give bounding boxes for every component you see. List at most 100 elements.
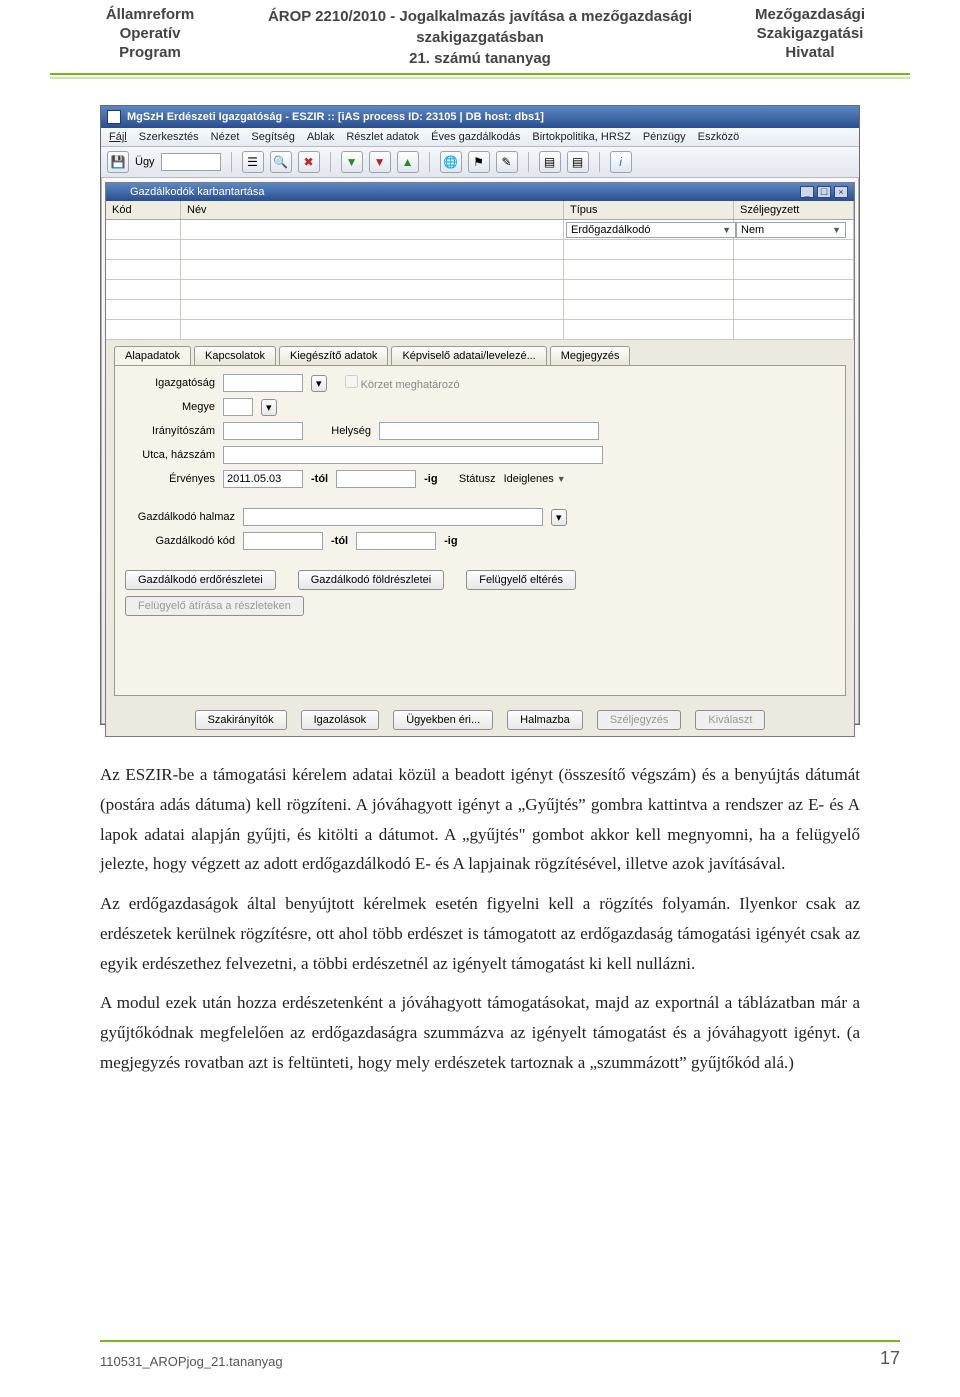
lbl-ervenyes: Érvényes [125, 473, 215, 485]
szeljegyzes-button[interactable]: Széljegyzés [597, 710, 682, 730]
toolbar-tool-icon[interactable]: ✎ [496, 151, 518, 173]
page-footer: 110531_AROPjog_21.tananyag 17 [100, 1340, 900, 1369]
app-icon [107, 110, 121, 124]
grid-row[interactable] [106, 240, 854, 260]
header-left: Államreform Operatív Program [60, 6, 240, 62]
bottom-toolbar: Szakirányítók Igazolások Ügyekben éri...… [106, 704, 854, 736]
header-rules [50, 73, 910, 79]
grid-szj-select[interactable]: Nem ▼ [736, 222, 846, 238]
header-left-line3: Program [60, 44, 240, 63]
input-gkod-tol[interactable] [243, 532, 323, 550]
footer-page: 17 [880, 1348, 900, 1369]
lbl-helyseg: Helység [311, 425, 371, 437]
grid-row[interactable] [106, 320, 854, 340]
lbl-ig: -ig [424, 473, 437, 485]
toolbar-down-green-icon[interactable]: ▼ [341, 151, 363, 173]
browse-halmaz-button[interactable]: ▾ [551, 509, 567, 526]
menu-eves[interactable]: Éves gazdálkodás [431, 131, 520, 143]
subwindow: Gazdálkodók karbantartása _ ☐ × Kód Név … [105, 182, 855, 737]
szakiranyitok-button[interactable]: Szakirányítók [195, 710, 287, 730]
toolbar-delete-icon[interactable]: ✖ [298, 151, 320, 173]
subwindow-title: Gazdálkodók karbantartása [130, 186, 265, 198]
input-irsz[interactable] [223, 422, 303, 440]
input-megye[interactable] [223, 398, 253, 416]
grid-row[interactable] [106, 260, 854, 280]
chevron-down-icon: ▼ [722, 225, 731, 235]
input-date-ig[interactable] [336, 470, 416, 488]
input-halmaz[interactable] [243, 508, 543, 526]
menu-eszkoz[interactable]: Eszközö [698, 131, 740, 143]
tab-alapadatok[interactable]: Alapadatok [114, 346, 191, 365]
toolbar-info-icon[interactable]: i [610, 151, 632, 173]
grid-row[interactable] [106, 280, 854, 300]
browse-igazg-button[interactable]: ▾ [311, 375, 327, 392]
lbl-utca: Utca, házszám [125, 449, 215, 461]
grid-row[interactable]: Erdőgazdálkodó ▼ Nem ▼ [106, 220, 854, 240]
grid-head-kod[interactable]: Kód [106, 201, 181, 219]
input-utca[interactable] [223, 446, 603, 464]
tab-kapcsolatok[interactable]: Kapcsolatok [194, 346, 276, 365]
halmazba-button[interactable]: Halmazba [507, 710, 583, 730]
menu-penzugy[interactable]: Pénzügy [643, 131, 686, 143]
menu-ablak[interactable]: Ablak [307, 131, 335, 143]
toolbar-find-icon[interactable]: 🔍 [270, 151, 292, 173]
header-center-line2: szakigazgatásban [240, 27, 720, 48]
felugyelo-elteres-button[interactable]: Felügyelő eltérés [466, 570, 576, 590]
toolbar-ugy-input[interactable] [161, 153, 221, 171]
kivalaszt-button[interactable]: Kiválaszt [695, 710, 765, 730]
ugyekben-button[interactable]: Ügyekben éri... [393, 710, 493, 730]
titlebar-text: MgSzH Erdészeti Igazgatóság - ESZIR :: [… [127, 111, 544, 123]
toolbar-up-icon[interactable]: ▲ [397, 151, 419, 173]
igazolasok-button[interactable]: Igazolások [301, 710, 380, 730]
form-panel: Igazgatóság ▾ Körzet meghatározó Megye ▾… [114, 365, 846, 696]
erdoreszletei-button[interactable]: Gazdálkodó erdőrészletei [125, 570, 276, 590]
input-date-tol[interactable]: 2011.05.03 [223, 470, 303, 488]
subwin-min-icon[interactable]: _ [800, 186, 814, 198]
toolbar-down-red-icon[interactable]: ▼ [369, 151, 391, 173]
grid-head-szj[interactable]: Széljegyzett [734, 201, 854, 219]
subwin-close-icon[interactable]: × [834, 186, 848, 198]
toolbar-list2-icon[interactable]: ▤ [567, 151, 589, 173]
toolbar-save-icon[interactable]: 💾 [107, 151, 129, 173]
tab-kepviselo[interactable]: Képviselő adatai/levelezé... [391, 346, 546, 365]
toolbar-list1-icon[interactable]: ▤ [539, 151, 561, 173]
grid-tipus-select[interactable]: Erdőgazdálkodó ▼ [566, 222, 736, 238]
menu-szerkesztes[interactable]: Szerkesztés [139, 131, 199, 143]
subwindow-titlebar: Gazdálkodók karbantartása _ ☐ × [106, 183, 854, 201]
lbl-igazgatosag: Igazgatóság [125, 377, 215, 389]
chevron-down-icon: ▼ [832, 225, 841, 235]
menu-nezet[interactable]: Nézet [211, 131, 240, 143]
grid-head-tipus[interactable]: Típus [564, 201, 734, 219]
header-left-line2: Operatív [60, 25, 240, 44]
grid-head-nev[interactable]: Név [181, 201, 564, 219]
toolbar-ugy-label: Ügy [135, 156, 155, 168]
grid-row[interactable] [106, 300, 854, 320]
input-helyseg[interactable] [379, 422, 599, 440]
paragraph-1: Az ESZIR-be a támogatási kérelem adatai … [100, 760, 860, 879]
input-igazgatosag[interactable] [223, 374, 303, 392]
menu-reszlet[interactable]: Részlet adatok [346, 131, 419, 143]
header-right-line2: Szakigazgatási [720, 25, 900, 44]
grid-header: Kód Név Típus Széljegyzett [106, 201, 854, 220]
subwin-max-icon[interactable]: ☐ [817, 186, 831, 198]
menu-fajl[interactable]: Fájl [109, 131, 127, 143]
statusz-select[interactable]: Ideiglenes ▼ [504, 473, 614, 485]
input-gkod-ig[interactable] [356, 532, 436, 550]
lbl-halmaz: Gazdálkodó halmaz [125, 511, 235, 523]
header-center: ÁROP 2210/2010 - Jogalkalmazás javítása … [240, 6, 720, 69]
toolbar-new-icon[interactable]: ☰ [242, 151, 264, 173]
menu-birtok[interactable]: Birtokpolitika, HRSZ [532, 131, 630, 143]
lbl-gkod: Gazdálkodó kód [125, 535, 235, 547]
tab-kiegeszito[interactable]: Kiegészítő adatok [279, 346, 388, 365]
lbl-gkod-ig: -ig [444, 535, 457, 547]
tab-megjegyzes[interactable]: Megjegyzés [550, 346, 631, 365]
korzet-checkbox[interactable] [345, 375, 358, 388]
tabstrip: Alapadatok Kapcsolatok Kiegészítő adatok… [106, 340, 854, 365]
foldreszletei-button[interactable]: Gazdálkodó földrészletei [298, 570, 444, 590]
menu-segitseg[interactable]: Segítség [251, 131, 294, 143]
felugyelo-atirasa-button[interactable]: Felügyelő átírása a részleteken [125, 596, 304, 616]
toolbar-globe-icon[interactable]: 🌐 [440, 151, 462, 173]
chevron-down-icon: ▼ [557, 474, 566, 484]
toolbar-filter-icon[interactable]: ⚑ [468, 151, 490, 173]
browse-megye-button[interactable]: ▾ [261, 399, 277, 416]
